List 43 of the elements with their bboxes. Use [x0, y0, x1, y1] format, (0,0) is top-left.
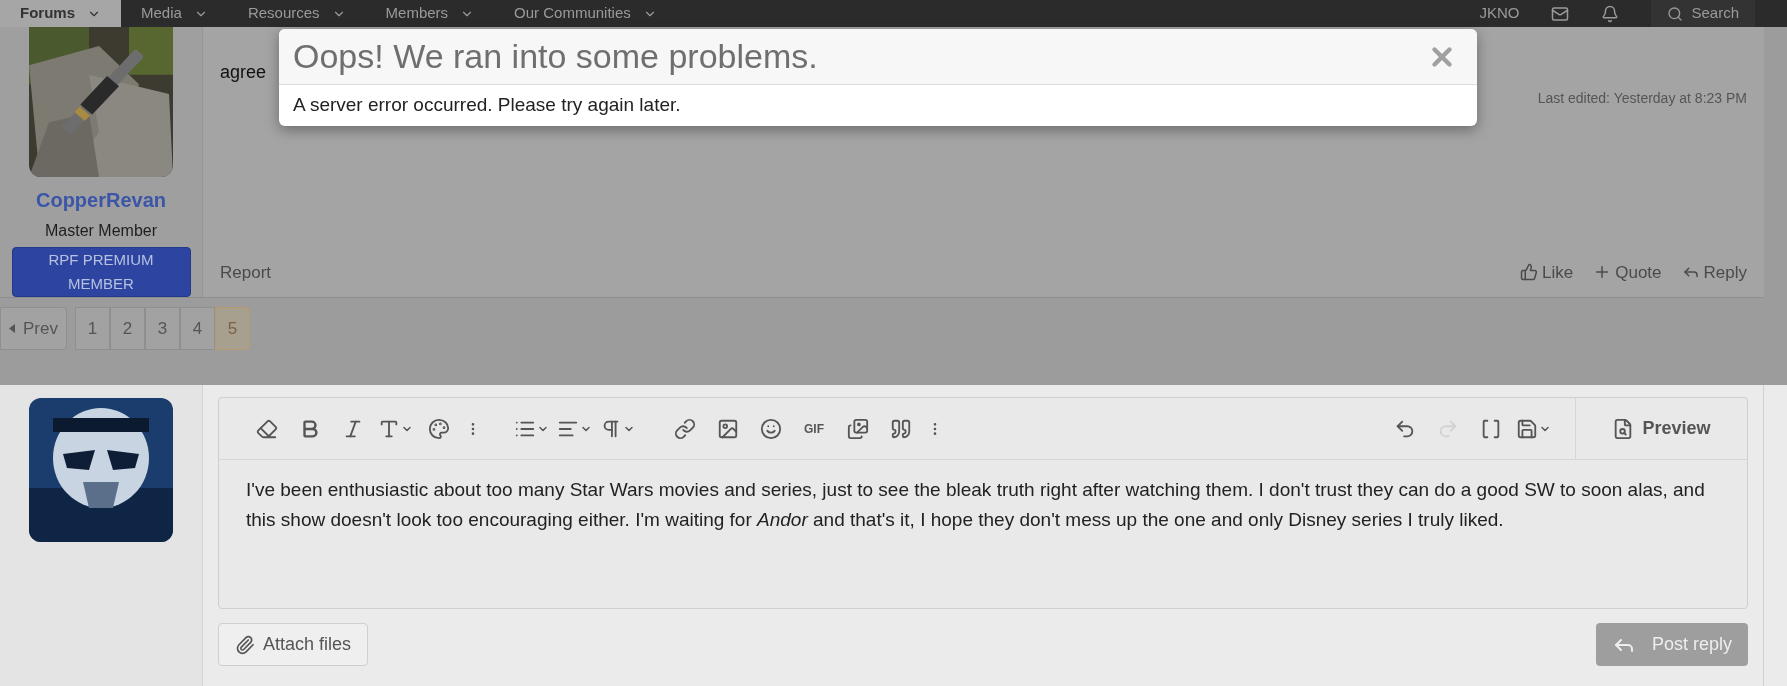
- nav-tab[interactable]: Our Communities: [494, 0, 677, 27]
- preview-button[interactable]: Preview: [1575, 398, 1747, 459]
- paperclip-icon: [235, 634, 255, 655]
- prev-page-button[interactable]: Prev: [0, 307, 67, 350]
- link-icon: [673, 417, 696, 440]
- nav-tab[interactable]: Resources: [227, 0, 366, 27]
- save-icon: [1516, 417, 1538, 440]
- image-icon: [716, 417, 739, 440]
- quote-icon: [889, 417, 912, 440]
- thumbs-up-icon: [1520, 263, 1539, 282]
- search-icon: [1667, 5, 1684, 22]
- page-button[interactable]: 5: [214, 307, 250, 350]
- gif-button[interactable]: GIF: [792, 419, 836, 438]
- nav-tab[interactable]: Members: [365, 0, 495, 27]
- palette-icon: [427, 417, 450, 440]
- page-button[interactable]: 3: [144, 307, 180, 350]
- message-text[interactable]: I've been enthusiastic about too many Star Wars movies and series, just to see the bleak truth right after watching them. I don't trust they can do a good SW to soon alas, and this show doesn't look too encouraging either. I'm waiting for Andor and that's it, I hope they don't mess up the one and only Disney series I truly liked.: [219, 460, 1747, 535]
- eraser-icon: [255, 417, 278, 440]
- user-link[interactable]: JKNO: [1479, 2, 1520, 25]
- smiley-icon: [759, 417, 782, 440]
- left-triangle-icon: [9, 324, 15, 333]
- error-message: A server error occurred. Please try again later.: [292, 93, 682, 117]
- mail-icon[interactable]: [1551, 4, 1570, 23]
- nav-tab[interactable]: Media: [121, 0, 228, 27]
- page-button[interactable]: 1: [74, 307, 110, 350]
- user-title: Master Member: [45, 221, 157, 241]
- images-icon: [846, 417, 869, 440]
- search-button[interactable]: Search: [1651, 0, 1755, 27]
- post-action-link[interactable]: Reply: [1681, 259, 1747, 285]
- dialog-title: Oops! We ran into some problems.: [293, 36, 818, 77]
- post-reply-button[interactable]: Post reply: [1595, 623, 1748, 666]
- post-action-link[interactable]: Quote: [1593, 259, 1662, 285]
- edited-note: Last edited: Yesterday at 8:23 PM: [1537, 89, 1747, 108]
- page-button[interactable]: 2: [109, 307, 145, 350]
- report-link[interactable]: Report: [220, 259, 272, 285]
- attach-files-button[interactable]: Attach files: [218, 623, 369, 666]
- member-badge: RPF PREMIUM MEMBER: [11, 247, 191, 297]
- bell-icon[interactable]: [1601, 4, 1620, 23]
- nav-tab[interactable]: Forums: [0, 0, 121, 27]
- post-action-link[interactable]: Like: [1520, 259, 1574, 285]
- post-message: agree: [220, 61, 268, 84]
- username[interactable]: CopperRevan: [36, 185, 166, 215]
- page-button[interactable]: 4: [179, 307, 215, 350]
